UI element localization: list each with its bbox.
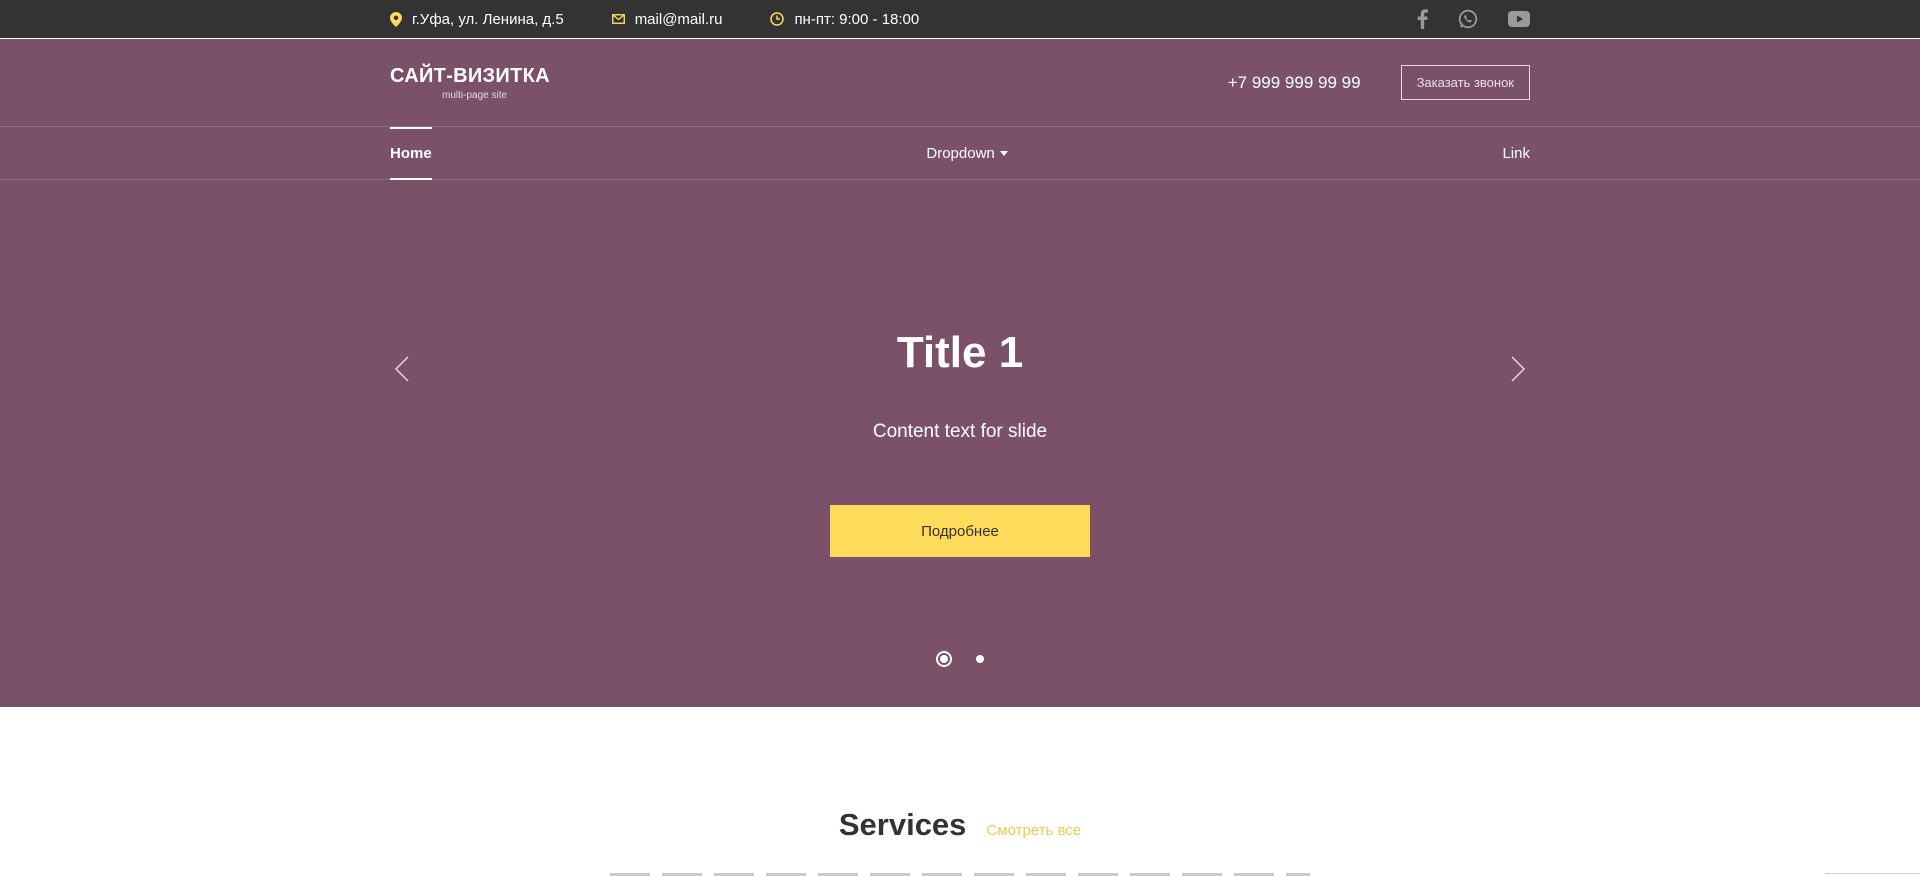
- email-text[interactable]: mail@mail.ru: [635, 11, 723, 28]
- slider-dot-2[interactable]: [976, 655, 984, 663]
- logo-title[interactable]: САЙТ-ВИЗИТКА: [390, 65, 550, 88]
- whatsapp-icon[interactable]: [1458, 9, 1478, 29]
- address-item: г.Уфа, ул. Ленина, д.5: [390, 11, 564, 28]
- nav-item-dropdown[interactable]: Dropdown: [926, 127, 1008, 180]
- divider: [1825, 873, 1920, 874]
- view-all-link[interactable]: Смотреть все: [986, 822, 1081, 839]
- map-pin-icon: [390, 11, 402, 27]
- email-item[interactable]: mail@mail.ru: [611, 11, 723, 28]
- facebook-icon[interactable]: [1417, 9, 1428, 29]
- chevron-right-icon[interactable]: [1510, 355, 1526, 388]
- mail-icon: [611, 14, 625, 24]
- phone-number[interactable]: +7 999 999 99 99: [1228, 73, 1361, 93]
- main-nav: Home Dropdown Link: [0, 126, 1920, 180]
- nav-item-label: Dropdown: [926, 144, 995, 162]
- address-text: г.Уфа, ул. Ленина, д.5: [412, 10, 564, 28]
- slide-text: Content text for slide: [872, 421, 1048, 442]
- site-logo[interactable]: САЙТ-ВИЗИТКА multi-page site: [390, 65, 550, 101]
- services-description-cut: [390, 865, 1530, 876]
- callback-button[interactable]: Заказать звонок: [1400, 65, 1530, 100]
- services-section: Services Смотреть все: [0, 707, 1920, 876]
- youtube-icon[interactable]: [1508, 11, 1530, 27]
- nav-item-label: Link: [1502, 144, 1530, 162]
- nav-item-link[interactable]: Link: [1502, 127, 1530, 180]
- nav-item-label: Home: [390, 144, 432, 162]
- hours-text: пн-пт: 9:00 - 18:00: [794, 10, 920, 28]
- nav-item-home[interactable]: Home: [390, 126, 432, 180]
- caret-down-icon: [999, 150, 1008, 156]
- top-bar: г.Уфа, ул. Ленина, д.5 mail@mail.ru пн-п…: [0, 0, 1920, 39]
- services-title: Services: [838, 807, 967, 842]
- more-button[interactable]: Подробнее: [830, 505, 1090, 557]
- clock-icon: [770, 12, 785, 26]
- logo-subtitle: multi-page site: [442, 89, 508, 101]
- site-header: САЙТ-ВИЗИТКА multi-page site +7 999 999 …: [0, 39, 1920, 127]
- social-links: [1417, 9, 1530, 29]
- slider-dot-1[interactable]: [936, 651, 952, 667]
- hours-item: пн-пт: 9:00 - 18:00: [770, 11, 919, 28]
- hero-slider: Title 1 Content text for slide Подробнее: [0, 180, 1920, 707]
- slide-title: Title 1: [896, 328, 1024, 377]
- slider-dots: [390, 651, 1530, 667]
